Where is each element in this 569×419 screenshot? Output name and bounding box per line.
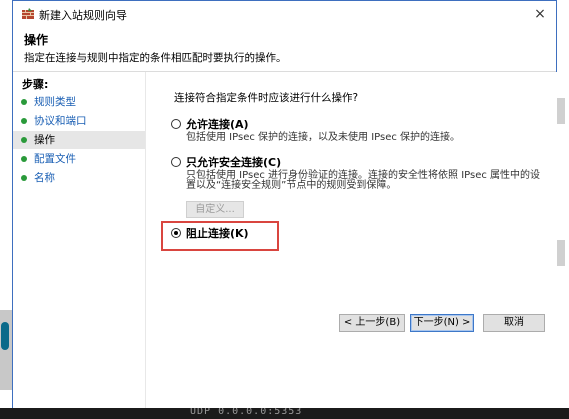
step-name[interactable]: 名称: [13, 169, 145, 187]
step-bullet-icon: [21, 99, 27, 105]
allow-secure-connection-description-2: 置以及“连接安全规则”节点中的规则受到保障。: [186, 180, 397, 191]
back-button[interactable]: < 上一步(B): [339, 314, 405, 332]
steps-panel: 步骤: 规则类型 协议和端口 操作 配置文件 名称: [13, 72, 145, 408]
close-button[interactable]: ×: [530, 4, 550, 24]
next-button[interactable]: 下一步(N) >: [410, 314, 474, 332]
background-right-bar: [557, 240, 565, 266]
step-profile[interactable]: 配置文件: [13, 150, 145, 168]
steps-title: 步骤:: [22, 78, 49, 91]
step-label: 操作: [34, 134, 55, 146]
wizard-dialog: 新建入站规则向导 × 操作 指定在连接与规则中指定的条件相匹配时要执行的操作。 …: [12, 0, 557, 408]
step-label: 配置文件: [34, 153, 76, 165]
allow-connection-radio[interactable]: [171, 119, 181, 129]
highlight-annotation: [161, 221, 279, 251]
step-label: 名称: [34, 172, 55, 184]
background-right: [557, 0, 569, 419]
step-bullet-icon: [21, 156, 27, 162]
cancel-button[interactable]: 取消: [483, 314, 545, 332]
allow-connection-description: 包括使用 IPsec 保护的连接，以及未使用 IPsec 保护的连接。: [186, 132, 461, 143]
action-question: 连接符合指定条件时应该进行什么操作?: [174, 92, 359, 104]
step-protocol-ports[interactable]: 协议和端口: [13, 112, 145, 130]
step-label: 协议和端口: [34, 115, 87, 127]
step-label: 规则类型: [34, 96, 76, 108]
allow-connection-label[interactable]: 允许连接(A): [186, 116, 249, 132]
background-app-icon: [1, 322, 9, 350]
background-right-bar: [557, 98, 565, 124]
title-bar: 新建入站规则向导 ×: [13, 1, 556, 27]
window-title: 新建入站规则向导: [39, 9, 127, 22]
firewall-icon: [22, 8, 34, 19]
page-header: 操作 指定在连接与规则中指定的条件相匹配时要执行的操作。: [13, 27, 556, 72]
page-title: 操作: [24, 33, 49, 47]
step-bullet-icon: [21, 118, 27, 124]
customize-button[interactable]: 自定义...: [186, 201, 244, 218]
step-rule-type[interactable]: 规则类型: [13, 93, 145, 111]
allow-secure-connection-label[interactable]: 只允许安全连接(C): [186, 154, 281, 170]
page-description: 指定在连接与规则中指定的条件相匹配时要执行的操作。: [24, 52, 287, 64]
step-bullet-icon: [21, 175, 27, 181]
step-bullet-icon: [21, 137, 27, 143]
step-action: 操作: [13, 131, 145, 149]
allow-secure-connection-radio[interactable]: [171, 157, 181, 167]
